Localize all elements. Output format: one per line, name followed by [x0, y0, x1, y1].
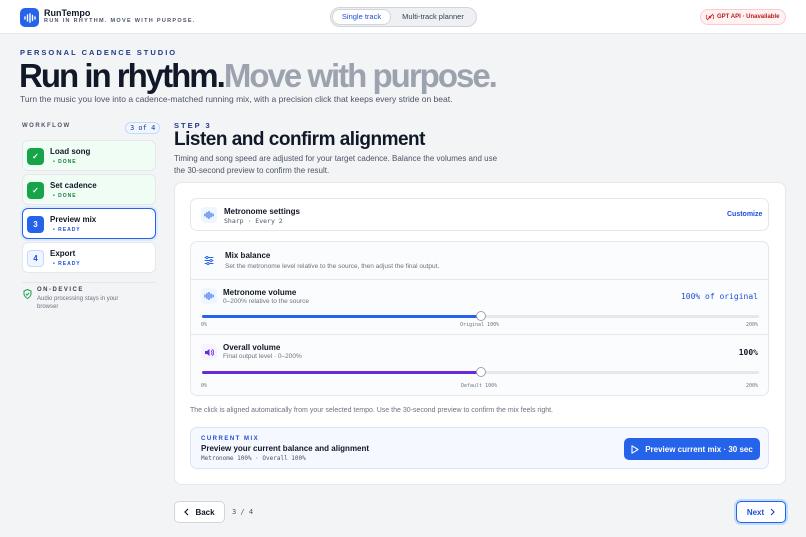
- row-divider: [191, 334, 768, 335]
- step-description: Timing and song speed are adjusted for y…: [174, 154, 498, 175]
- tick-mid: Default 100%: [461, 383, 498, 389]
- step-status: • READY: [53, 227, 81, 233]
- overall-volume-hint: Final output level · 0–200%: [223, 353, 302, 360]
- speaker-icon: [201, 344, 217, 360]
- play-icon: [631, 444, 639, 454]
- hero-subtitle: Turn the music you love into a cadence-m…: [20, 94, 453, 104]
- metronome-volume-slider[interactable]: [202, 311, 759, 321]
- next-label: Next: [746, 507, 765, 517]
- mix-balance-header: [191, 242, 768, 280]
- hero-title-light: Move with purpose.: [223, 57, 498, 94]
- metronome-volume-thumb[interactable]: [475, 311, 486, 321]
- overall-volume-value: 100%: [738, 348, 758, 357]
- sliders-icon: [201, 252, 217, 268]
- hero-title-dark: Run in rhythm.: [19, 57, 226, 94]
- mode-single-track[interactable]: Single track: [333, 10, 390, 24]
- mix-balance-title: Mix balance: [225, 251, 271, 260]
- current-mix-panel: CURRENT MIX Preview your current balance…: [190, 427, 769, 469]
- api-status-text: GPT API · Unavailable: [717, 14, 780, 20]
- back-label: Back: [195, 507, 215, 517]
- chevron-left-icon: [184, 508, 189, 516]
- api-status-badge: GPT API · Unavailable: [700, 9, 786, 25]
- current-mix-meta: Metronome 100% · Overall 100%: [201, 455, 306, 462]
- page-indicator: 3 / 4: [232, 508, 254, 516]
- workflow-step-load-song[interactable]: ✓ Load song • DONE: [22, 140, 156, 171]
- hero-eyebrow: PERSONAL CADENCE STUDIO: [20, 48, 178, 57]
- waveform-icon: [201, 207, 217, 223]
- metronome-volume-value: 100% of original: [680, 292, 758, 301]
- sidebar-divider: [22, 282, 156, 283]
- mix-balance-subtitle: Set the metronome level relative to the …: [225, 263, 440, 270]
- tick-max: 200%: [745, 383, 758, 389]
- chevron-right-icon: [770, 508, 776, 516]
- overall-volume-label: Overall volume: [223, 343, 281, 352]
- hero-title: Run in rhythm.Move with purpose.: [19, 57, 498, 95]
- overall-volume-slider[interactable]: [202, 367, 759, 377]
- step-heading: Listen and confirm alignment: [174, 129, 425, 150]
- metronome-volume-label: Metronome volume: [223, 288, 297, 297]
- waveform-icon: [20, 8, 39, 27]
- preview-mix-button[interactable]: Preview current mix · 30 sec: [624, 438, 760, 460]
- current-mix-title: Preview your current balance and alignme…: [201, 444, 370, 453]
- step-title: Export: [50, 249, 76, 258]
- top-bar: RunTempo RUN IN RHYTHM. MOVE WITH PURPOS…: [0, 0, 806, 34]
- metronome-volume-hint: 0–200% relative to the source: [223, 298, 309, 305]
- workflow-step-set-cadence[interactable]: ✓ Set cadence • DONE: [22, 174, 156, 205]
- step-status: • READY: [53, 261, 81, 267]
- back-button[interactable]: Back: [174, 501, 225, 523]
- check-icon: ✓: [27, 148, 44, 165]
- step-title: Load song: [50, 147, 91, 156]
- shield-check-icon: [23, 288, 32, 301]
- next-button[interactable]: Next: [736, 501, 786, 523]
- signal-off-icon: [706, 13, 714, 21]
- mode-switch: Single track Multi-track planner: [330, 7, 477, 27]
- step-number: 4: [27, 250, 44, 267]
- tick-mid: Original 100%: [460, 322, 500, 328]
- step-number: 3: [27, 216, 44, 233]
- metronome-settings-panel: Metronome settings Sharp · Every 2 Custo…: [190, 198, 769, 231]
- mix-balance-panel: Mix balance Set the metronome level rela…: [190, 241, 769, 396]
- app-tagline: RUN IN RHYTHM. MOVE WITH PURPOSE.: [44, 18, 196, 24]
- on-device-title: ON-DEVICE: [37, 287, 84, 293]
- tick-min: 0%: [201, 322, 208, 328]
- metronome-settings-meta: Sharp · Every 2: [224, 217, 283, 225]
- on-device-text: Audio processing stays in your browser: [37, 296, 119, 310]
- metronome-settings-title: Metronome settings: [224, 207, 301, 216]
- tick-min: 0%: [201, 383, 208, 389]
- waveform-icon: [201, 288, 217, 304]
- alignment-note: The click is aligned automatically from …: [190, 407, 553, 414]
- step-status: • DONE: [53, 193, 77, 199]
- workflow-count: 3 of 4: [125, 122, 161, 134]
- overall-volume-fill: [202, 371, 481, 374]
- preview-mix-label: Preview current mix · 30 sec: [645, 444, 753, 454]
- workflow-label: WORKFLOW: [22, 123, 71, 129]
- tick-max: 200%: [745, 322, 758, 328]
- app-name: RunTempo: [44, 8, 91, 18]
- step-status: • DONE: [53, 159, 77, 165]
- step-title: Set cadence: [50, 181, 97, 190]
- overall-volume-thumb[interactable]: [475, 367, 486, 377]
- workflow-step-preview-mix[interactable]: 3 Preview mix • READY: [22, 208, 156, 239]
- current-mix-eyebrow: CURRENT MIX: [201, 436, 260, 442]
- metronome-volume-fill: [202, 315, 481, 318]
- step-title: Preview mix: [50, 215, 97, 224]
- customize-link[interactable]: Customize: [727, 211, 762, 218]
- workflow-step-export[interactable]: 4 Export • READY: [22, 242, 156, 273]
- check-icon: ✓: [27, 182, 44, 199]
- mode-multi-track-planner[interactable]: Multi-track planner: [393, 10, 473, 24]
